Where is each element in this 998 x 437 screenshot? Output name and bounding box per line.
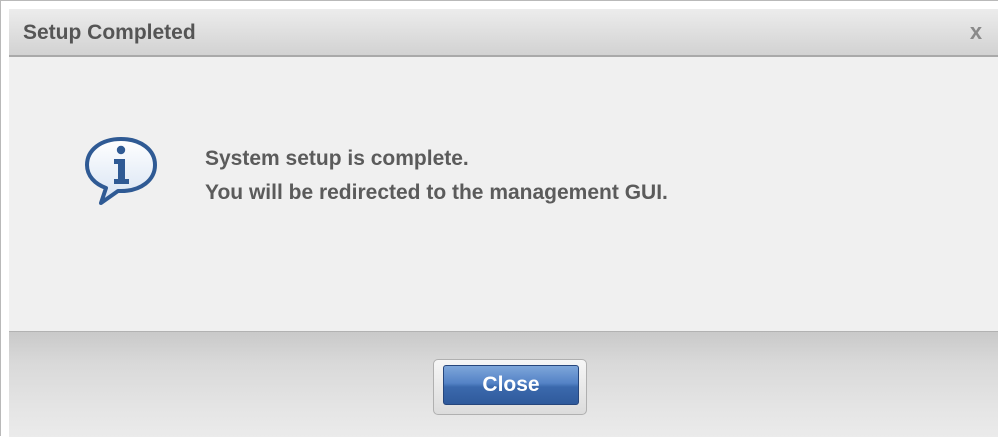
message-line-2: You will be redirected to the management… bbox=[205, 181, 668, 204]
message-line-1: System setup is complete. bbox=[205, 147, 469, 170]
top-strip bbox=[1, 1, 998, 9]
left-edge bbox=[1, 9, 9, 437]
info-icon bbox=[85, 137, 157, 205]
close-icon[interactable]: x bbox=[965, 21, 987, 43]
dialog-titlebar: Setup Completed x bbox=[9, 9, 998, 57]
close-button[interactable]: Close bbox=[443, 365, 579, 405]
setup-completed-dialog: Setup Completed x System setup is comple… bbox=[0, 0, 998, 437]
dialog-title: Setup Completed bbox=[23, 21, 196, 44]
